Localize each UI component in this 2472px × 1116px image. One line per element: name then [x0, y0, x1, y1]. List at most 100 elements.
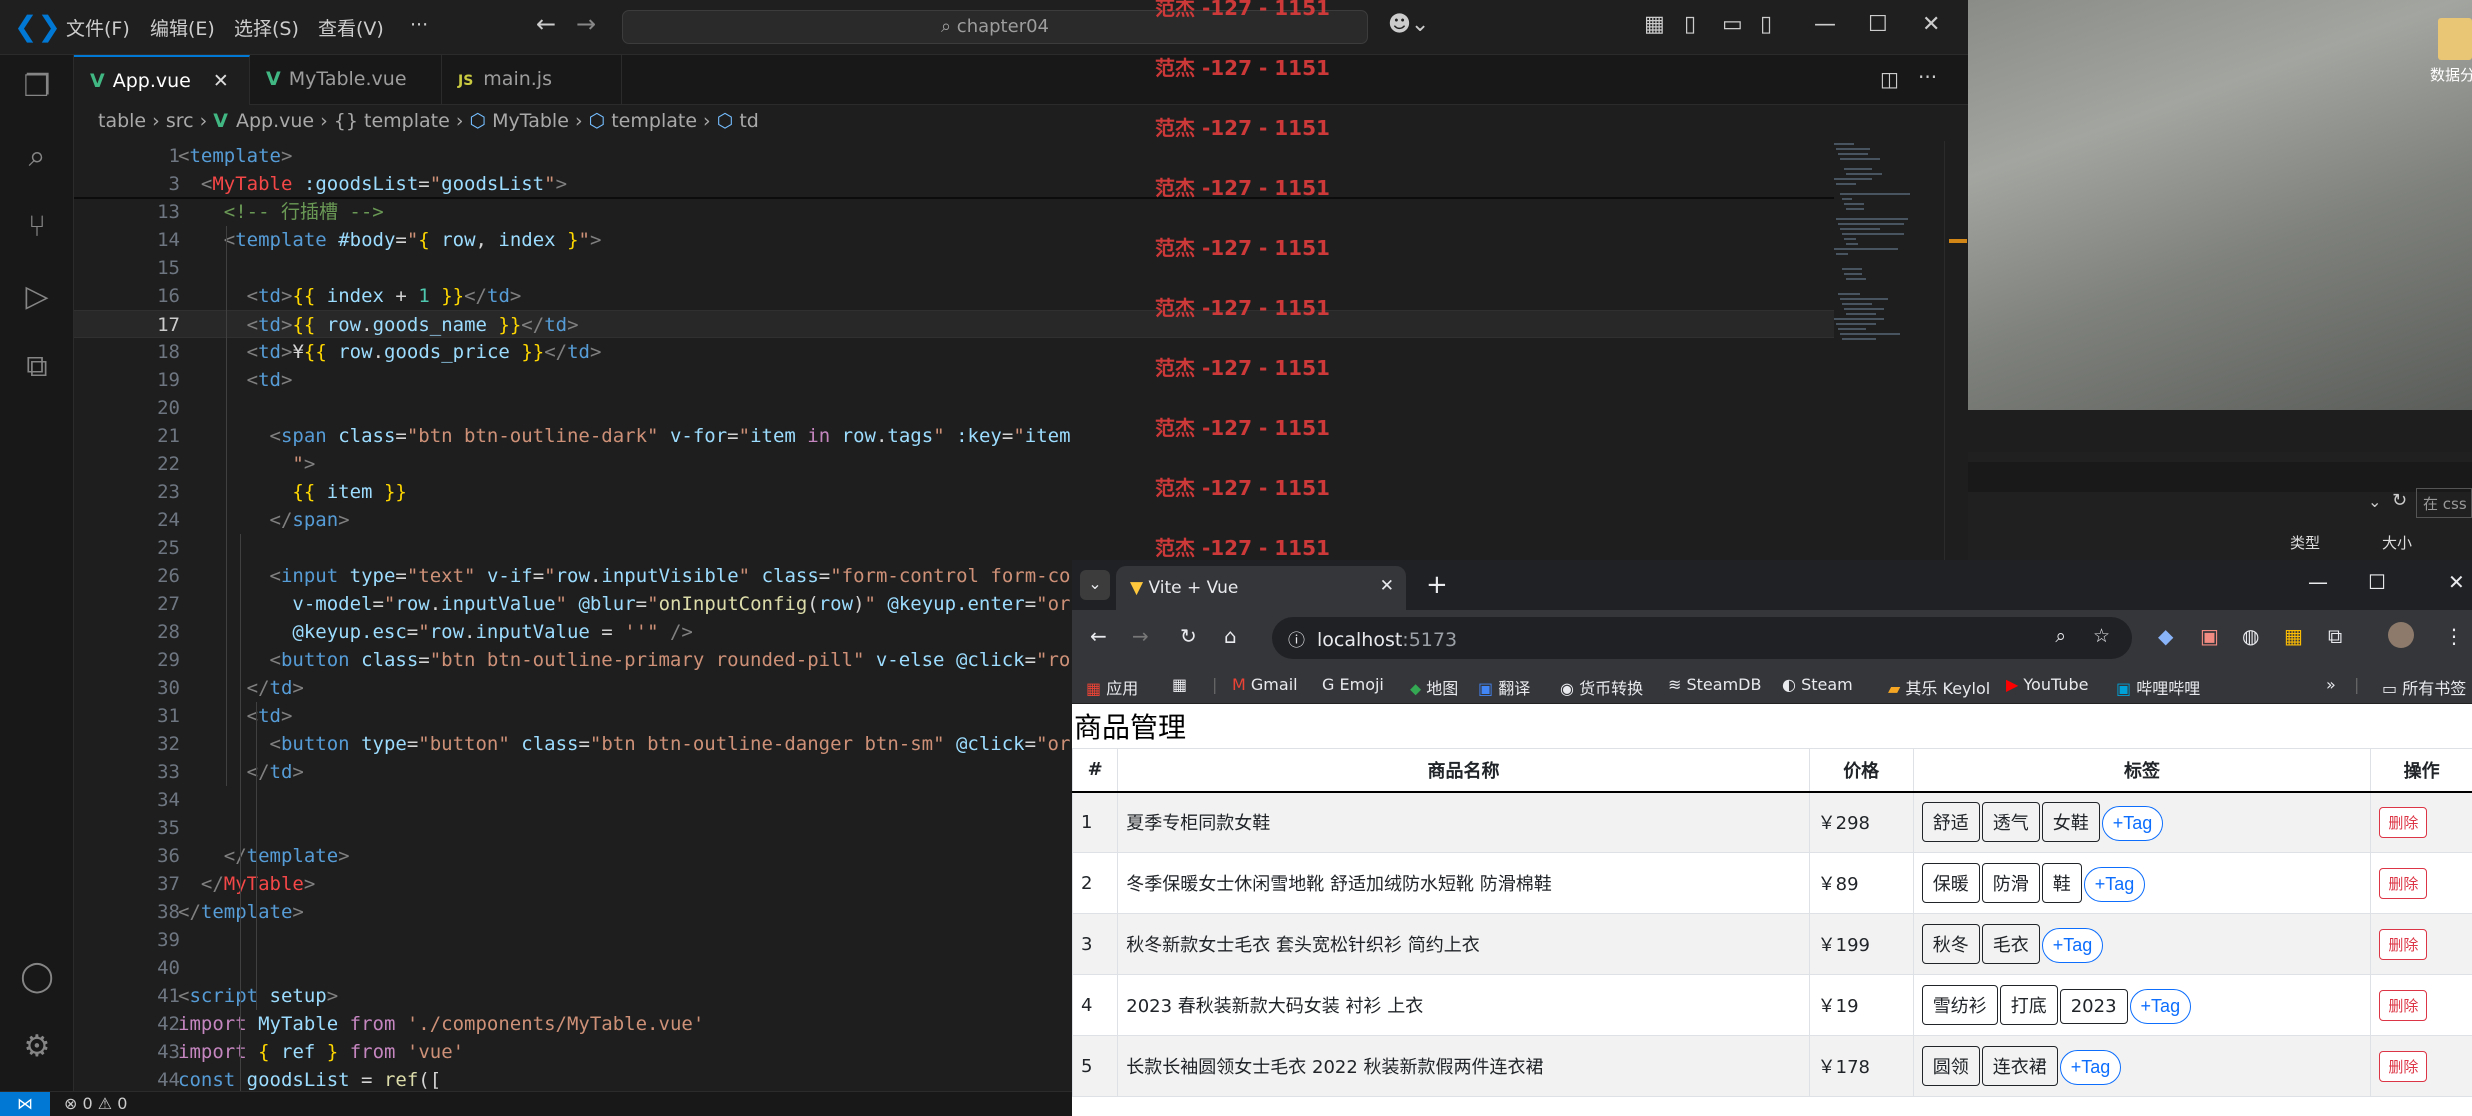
code-line[interactable]: 14 <template #body="{ row, index }"> [74, 226, 1834, 254]
run-debug-icon[interactable]: ▷ [18, 279, 56, 317]
chevron-down-icon[interactable]: ⌄ [2368, 492, 2381, 511]
home-icon[interactable]: ⌂ [1224, 624, 1237, 648]
more-bookmarks-icon[interactable]: » [2326, 675, 2336, 694]
delete-button[interactable]: 删除 [2379, 1050, 2428, 1082]
code-line[interactable]: 15 [74, 254, 1834, 282]
tab-search-icon[interactable]: ⌄ [1080, 570, 1110, 600]
bookmark-emoji[interactable]: G Emoji [1322, 675, 1384, 694]
bookmark-keylol[interactable]: ▰ 其乐 Keylol [1888, 675, 1990, 699]
extension-icon[interactable]: ◆ [2158, 624, 2173, 648]
breadcrumb-src[interactable]: src [166, 110, 194, 132]
extension-icon[interactable]: ▦ [2284, 624, 2303, 648]
avatar[interactable] [2388, 622, 2414, 648]
close-tab-icon[interactable]: ✕ [1380, 576, 1394, 596]
column-header-size[interactable]: 大小 [2382, 532, 2412, 553]
new-tab-icon[interactable]: + [1426, 570, 1448, 600]
tab-mytable-vue[interactable]: V MyTable.vue [250, 55, 442, 105]
tag-badge[interactable]: 透气 [1981, 802, 2040, 843]
split-editor-icon[interactable]: ◫ [1880, 67, 1899, 91]
code-line[interactable]: 19 <td> [74, 366, 1834, 394]
code-line[interactable]: 25 [74, 534, 1834, 562]
tag-badge[interactable]: 舒适 [1921, 802, 1980, 843]
tag-badge[interactable]: 圆领 [1921, 1046, 1980, 1086]
tag-badge[interactable]: 打底 [1999, 985, 2058, 1025]
bookmark-apps[interactable]: ▦ 应用 [1086, 675, 1138, 699]
remote-indicator[interactable]: ⋈ [0, 1092, 50, 1116]
browser-tab[interactable]: ▼ Vite + Vue ✕ [1116, 566, 1406, 610]
code-line[interactable]: 24 </span> [74, 506, 1834, 534]
close-icon[interactable]: ✕ [2448, 570, 2465, 594]
source-control-icon[interactable]: ⑂ [18, 209, 56, 247]
maximize-icon[interactable]: ☐ [2368, 570, 2386, 594]
explorer-search-input[interactable]: 在 css [2416, 488, 2472, 518]
code-line[interactable]: 3 <MyTable :goodsList="goodsList"> [74, 170, 1834, 198]
delete-button[interactable]: 删除 [2379, 867, 2428, 899]
code-line[interactable]: 21 <span class="btn btn-outline-dark" v-… [74, 422, 1834, 450]
desktop-file-label[interactable]: 数据分 [2430, 64, 2472, 85]
tag-badge[interactable]: 雪纺衫 [1921, 985, 1998, 1025]
delete-button[interactable]: 删除 [2379, 989, 2428, 1021]
menu-more[interactable]: ··· [410, 14, 428, 36]
code-line[interactable]: 23 {{ item }} [74, 478, 1834, 506]
tag-badge[interactable]: 女鞋 [2041, 802, 2100, 843]
code-line[interactable]: 22 "> [74, 450, 1834, 478]
more-actions-icon[interactable]: ··· [1918, 65, 1937, 89]
explorer-icon[interactable]: ❐ [18, 69, 56, 107]
code-line[interactable]: 18 <td>¥{{ row.goods_price }}</td> [74, 338, 1834, 366]
site-info-icon[interactable]: ⓘ [1288, 631, 1305, 651]
toggle-sidebar-icon[interactable]: ▯ [1684, 12, 1696, 37]
delete-button[interactable]: 删除 [2379, 928, 2428, 960]
column-header-type[interactable]: 类型 [2290, 532, 2320, 553]
folder-icon[interactable] [2438, 18, 2472, 60]
toggle-panel-icon[interactable]: ▭ [1722, 12, 1743, 37]
code-line[interactable]: 16 <td>{{ index + 1 }}</td> [74, 282, 1834, 310]
breadcrumb-mytable[interactable]: MyTable [492, 110, 569, 132]
search-icon[interactable]: ⌕ [18, 139, 56, 177]
reload-icon[interactable]: ↻ [1180, 624, 1197, 648]
add-tag-button[interactable]: +Tag [2059, 1050, 2122, 1085]
bookmark-steamdb[interactable]: ≋ SteamDB [1668, 675, 1761, 694]
copilot-icon[interactable]: ☻⌄ [1388, 12, 1429, 37]
add-tag-button[interactable]: +Tag [2101, 806, 2164, 842]
all-bookmarks[interactable]: ▭ 所有书签 [2382, 675, 2466, 699]
close-icon[interactable]: ✕ [1922, 12, 1940, 37]
layout-icon[interactable]: ▦ [1644, 12, 1665, 37]
settings-gear-icon[interactable]: ⚙ [18, 1029, 56, 1067]
close-tab-icon[interactable]: ✕ [213, 70, 229, 92]
breadcrumb-template[interactable]: {} template [334, 110, 450, 132]
problems-indicator[interactable]: ⊗ 0 ⚠ 0 [64, 1094, 127, 1113]
extension-icon[interactable]: ◍ [2242, 624, 2259, 648]
bookmark-bilibili[interactable]: ▣ 哔哩哔哩 [2116, 675, 2200, 699]
tag-badge[interactable]: 毛衣 [1981, 924, 2040, 964]
add-tag-button[interactable]: +Tag [2083, 867, 2146, 902]
extensions-icon[interactable]: ⧉ [18, 349, 56, 387]
tag-badge[interactable]: 防滑 [1981, 863, 2040, 903]
refresh-icon[interactable]: ↻ [2392, 490, 2407, 511]
breadcrumb-template-slot[interactable]: template [611, 110, 697, 132]
toggle-secondary-sidebar-icon[interactable]: ▯ [1760, 12, 1772, 37]
breadcrumb-file[interactable]: App.vue [236, 110, 314, 132]
maximize-icon[interactable]: ☐ [1868, 12, 1888, 37]
bookmark-translate[interactable]: ▣ 翻译 [1478, 675, 1530, 699]
tab-main-js[interactable]: JS main.js [442, 55, 622, 105]
menu-kebab-icon[interactable]: ⋮ [2444, 624, 2464, 648]
code-line[interactable]: 20 [74, 394, 1834, 422]
address-bar[interactable]: ⓘ localhost:5173 ⌕ ☆ [1272, 617, 2132, 659]
bookmark-star-icon[interactable]: ☆ [2093, 625, 2110, 647]
forward-arrow-icon[interactable]: → [576, 10, 596, 38]
minimap[interactable] [1834, 141, 1944, 391]
account-icon[interactable]: ◯ [18, 959, 56, 997]
extension-icon[interactable]: ▣ [2200, 624, 2219, 648]
menu-file[interactable]: 文件(F) [66, 14, 130, 41]
menu-view[interactable]: 查看(V) [318, 14, 384, 41]
minimize-icon[interactable]: — [2308, 570, 2328, 594]
tab-app-vue[interactable]: V App.vue ✕ [74, 55, 250, 105]
menu-edit[interactable]: 编辑(E) [150, 14, 215, 41]
bookmark-youtube[interactable]: ▶ YouTube [2006, 675, 2088, 694]
extensions-puzzle-icon[interactable]: ⧉ [2328, 624, 2342, 648]
menu-selection[interactable]: 选择(S) [234, 14, 299, 41]
bookmark-maps[interactable]: ⬥ 地图 [1410, 675, 1458, 699]
bookmark-gmail[interactable]: M Gmail [1232, 675, 1298, 694]
add-tag-button[interactable]: +Tag [2041, 928, 2104, 963]
back-arrow-icon[interactable]: ← [1090, 624, 1107, 648]
